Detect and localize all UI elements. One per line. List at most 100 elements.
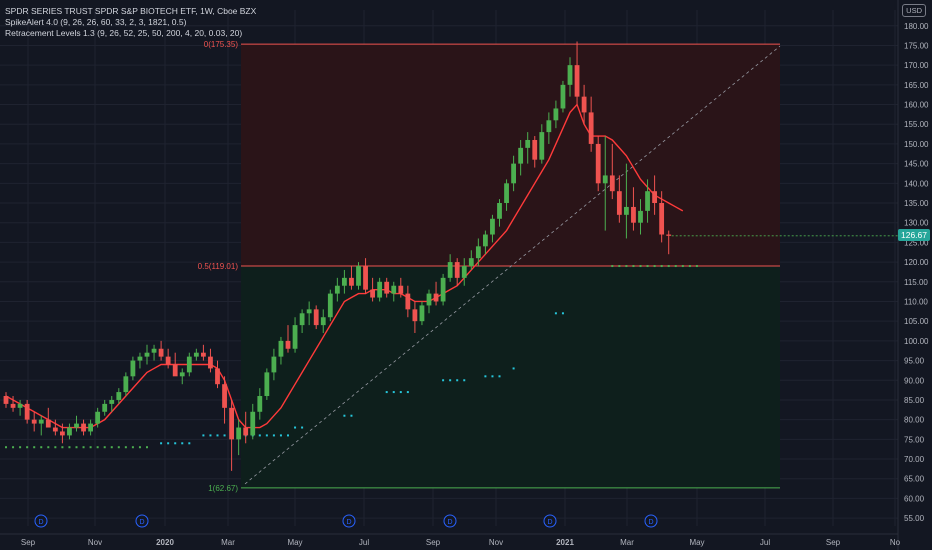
candle-body[interactable] <box>588 112 594 144</box>
candle-body[interactable] <box>405 293 411 310</box>
candle-body[interactable] <box>412 309 418 322</box>
candle-body[interactable] <box>250 411 256 436</box>
candle-body[interactable] <box>426 293 432 306</box>
candle-body[interactable] <box>102 403 108 412</box>
candle-body[interactable] <box>123 376 129 393</box>
candle-body[interactable] <box>215 368 220 385</box>
candle-body[interactable] <box>31 419 37 424</box>
chart-area[interactable]: 0(175.35) 0.5(119.01) 1(62.67) 55.00 60.00 65… <box>0 0 932 550</box>
candle-body[interactable] <box>483 234 488 247</box>
candle-body[interactable] <box>511 163 516 184</box>
candle-body[interactable] <box>659 203 665 235</box>
candle-body[interactable] <box>631 206 636 223</box>
candle-body[interactable] <box>229 407 234 440</box>
candle-body[interactable] <box>222 384 227 408</box>
candle-body[interactable] <box>172 364 178 377</box>
candle-body[interactable] <box>384 281 390 294</box>
candle-body[interactable] <box>208 356 213 369</box>
candle-body[interactable] <box>45 419 51 428</box>
candle-body[interactable] <box>320 317 326 326</box>
candle-body[interactable] <box>165 356 171 365</box>
candle-body[interactable] <box>356 266 361 286</box>
candle-body[interactable] <box>38 419 44 424</box>
candle-body[interactable] <box>264 372 270 397</box>
candle-body[interactable] <box>363 266 368 290</box>
candle-body[interactable] <box>74 423 79 428</box>
currency-badge[interactable]: USD <box>902 4 926 17</box>
candle-body[interactable] <box>609 175 615 192</box>
candle-body[interactable] <box>67 427 72 436</box>
candle-body[interactable] <box>532 139 538 160</box>
candle-body[interactable] <box>193 352 199 357</box>
candle-body[interactable] <box>560 84 566 109</box>
candle-body[interactable] <box>645 191 650 211</box>
price-chart[interactable]: 0(175.35) 0.5(119.01) 1(62.67) 55.00 60.00 65… <box>0 0 932 550</box>
candle-body[interactable] <box>497 203 502 219</box>
candle-body[interactable] <box>3 396 9 404</box>
candle-body[interactable] <box>581 96 587 113</box>
candle-body[interactable] <box>461 266 467 278</box>
candle-body[interactable] <box>109 399 115 404</box>
candle-body[interactable] <box>292 325 298 349</box>
candle-body[interactable] <box>158 348 164 357</box>
candle-body[interactable] <box>306 309 312 314</box>
candle-body[interactable] <box>52 427 58 432</box>
candle-body[interactable] <box>652 191 657 204</box>
candle-body[interactable] <box>616 191 622 215</box>
candle-body[interactable] <box>236 427 242 440</box>
candle-body[interactable] <box>179 372 185 377</box>
candle-body[interactable] <box>24 403 30 420</box>
candle-body[interactable] <box>186 356 192 373</box>
candle-body[interactable] <box>271 356 277 373</box>
candle-body[interactable] <box>539 132 545 160</box>
candle-body[interactable] <box>285 340 291 349</box>
candle-body[interactable] <box>10 403 16 408</box>
candle-body[interactable] <box>278 340 284 357</box>
candle-body[interactable] <box>546 120 552 133</box>
candle-body[interactable] <box>137 356 143 361</box>
candle-body[interactable] <box>567 65 573 85</box>
candle-body[interactable] <box>327 293 333 318</box>
candle-body[interactable] <box>638 210 643 223</box>
candle-body[interactable] <box>433 293 439 302</box>
candle-body[interactable] <box>349 277 354 286</box>
candle-body[interactable] <box>602 175 608 184</box>
candle-body[interactable] <box>447 262 453 278</box>
candle-body[interactable] <box>243 427 249 436</box>
candle-body[interactable] <box>475 246 481 259</box>
candle-body[interactable] <box>342 277 347 286</box>
candle-body[interactable] <box>116 392 122 400</box>
indicator-spikealert-label[interactable]: SpikeAlert 4.0 (9, 26, 26, 60, 33, 2, 3,… <box>5 17 256 28</box>
candle-body[interactable] <box>666 234 672 236</box>
candle-body[interactable] <box>299 313 305 326</box>
candle-body[interactable] <box>88 423 93 432</box>
candle-body[interactable] <box>144 352 150 357</box>
candle-body[interactable] <box>60 431 65 436</box>
candle-body[interactable] <box>17 403 23 408</box>
candle-body[interactable] <box>468 258 474 267</box>
candle-body[interactable] <box>334 285 340 294</box>
candle-body[interactable] <box>490 218 495 235</box>
candle-body[interactable] <box>504 183 509 204</box>
candle-body[interactable] <box>574 65 580 97</box>
candle-body[interactable] <box>257 396 263 412</box>
candle-body[interactable] <box>95 411 101 424</box>
candle-body[interactable] <box>201 352 206 357</box>
candle-body[interactable] <box>518 147 524 164</box>
candle-body[interactable] <box>454 262 460 278</box>
candle-body[interactable] <box>377 281 383 298</box>
candle-body[interactable] <box>398 285 404 294</box>
candle-body[interactable] <box>419 305 425 322</box>
candle-body[interactable] <box>553 108 559 121</box>
candle-body[interactable] <box>81 423 86 432</box>
candle-body[interactable] <box>313 309 319 326</box>
candle-body[interactable] <box>440 277 446 302</box>
candle-body[interactable] <box>151 348 157 353</box>
candle-body[interactable] <box>595 143 601 184</box>
candle-body[interactable] <box>130 360 136 377</box>
candle-body[interactable] <box>624 206 629 215</box>
symbol-title[interactable]: SPDR SERIES TRUST SPDR S&P BIOTECH ETF, … <box>5 6 256 17</box>
candle-body[interactable] <box>525 139 531 148</box>
indicator-retracement-label[interactable]: Retracement Levels 1.3 (9, 26, 52, 25, 5… <box>5 28 256 39</box>
candle-body[interactable] <box>370 289 375 298</box>
